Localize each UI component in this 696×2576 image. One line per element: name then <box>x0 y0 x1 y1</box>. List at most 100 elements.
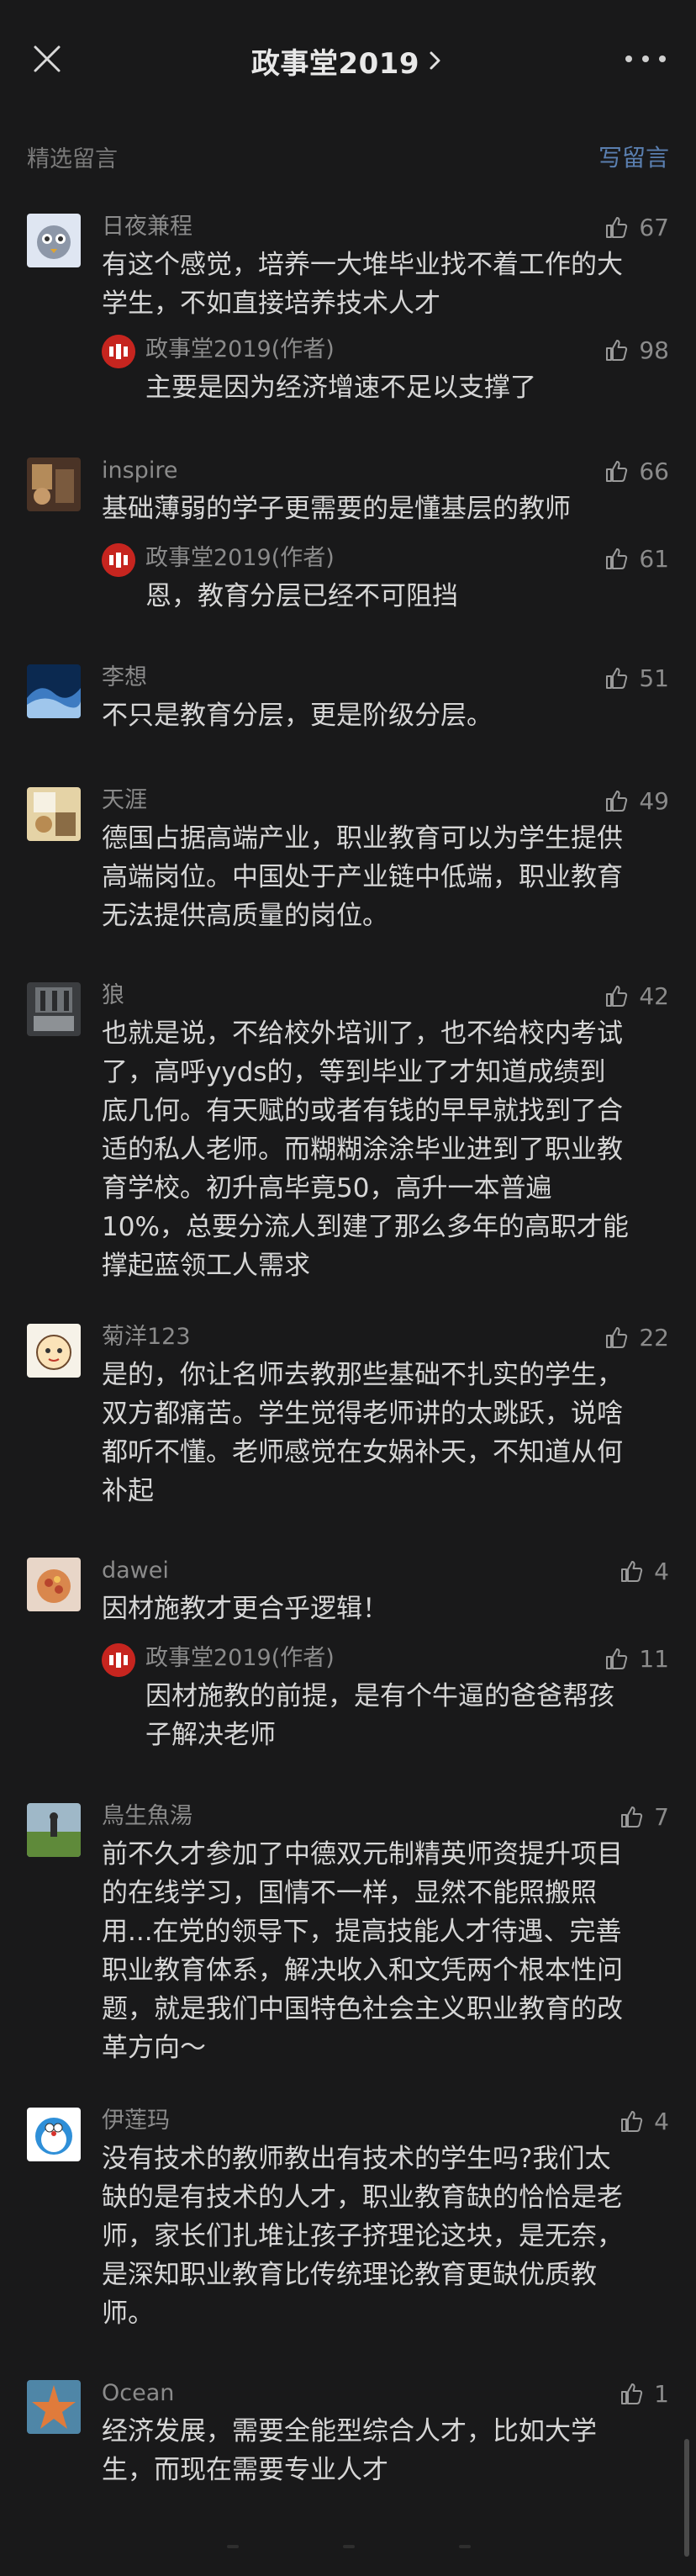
comment-text-line: 前不久才参加了中德双元制精英师资提升项目 <box>102 1839 623 1870</box>
avatar[interactable] <box>27 787 81 841</box>
thumbs-up-icon <box>621 1806 643 1828</box>
more-icon-dot <box>625 56 632 62</box>
like-button[interactable]: 4 <box>619 2104 669 2138</box>
commenter-name: 菊洋123 <box>102 1324 191 1350</box>
comment-text-line: 有这个感觉，培养一大堆毕业找不着工作的大 <box>102 250 623 280</box>
reply-like-count: 61 <box>639 544 669 573</box>
like-count: 4 <box>654 1557 669 1585</box>
comment-text-line: 底几何。有天赋的或者有钱的早早就找到了合 <box>102 1096 623 1126</box>
avatar[interactable] <box>27 2108 81 2161</box>
commenter-name: inspire <box>102 458 178 484</box>
more-icon-dot <box>659 56 666 62</box>
comment-text-line: 因材施教才更合乎逻辑！ <box>102 1594 388 1624</box>
thumbs-up-icon <box>621 1561 643 1582</box>
like-count: 4 <box>654 2107 669 2135</box>
author-avatar[interactable] <box>102 1643 135 1677</box>
thumbs-up-icon <box>606 548 628 569</box>
commenter-name: 天涯 <box>102 787 147 813</box>
thumbs-up-icon <box>606 986 628 1007</box>
like-button[interactable]: 1 <box>619 2377 669 2410</box>
avatar[interactable] <box>27 214 81 267</box>
comment-text-line: 用...在党的领导下，提高技能人才待遇、完善 <box>102 1917 622 1947</box>
comment-text-line: 的在线学习，国情不一样，显然不能照搬照 <box>102 1878 597 1908</box>
author-badge-icon <box>102 543 135 577</box>
like-button[interactable]: 49 <box>604 784 669 817</box>
reply-like-button[interactable]: 98 <box>604 333 669 367</box>
article-comments-page: 政事堂2019 精选留言 写留言 日夜兼程 67 有这个感觉，培养一大堆毕业找不着工… <box>0 0 696 2576</box>
like-count: 7 <box>654 1802 669 1831</box>
comment-text-line: 没有技术的教师教出有技术的学生吗?我们太 <box>102 2144 611 2174</box>
avatar[interactable] <box>27 458 81 511</box>
avatar[interactable] <box>27 1324 81 1378</box>
comment-text-line: 生，而现在需要专业人才 <box>102 2455 388 2485</box>
reply-text-line: 恩，教育分层已经不可阻挡 <box>145 581 458 611</box>
thumbs-up-icon <box>606 791 628 812</box>
chevron-right-icon <box>430 51 440 70</box>
home-indicator-segment <box>227 2545 239 2548</box>
reply-like-count: 98 <box>639 336 669 364</box>
author-avatar[interactable] <box>102 543 135 577</box>
like-count: 51 <box>639 664 669 692</box>
reply-author-name: 政事堂2019(作者) <box>145 545 335 571</box>
comment-text-line: 职业教育体系，解决收入和文凭两个根本性问 <box>102 1955 623 1986</box>
thumbs-up-icon <box>606 461 628 482</box>
like-button[interactable]: 51 <box>604 661 669 695</box>
close-button[interactable] <box>30 42 64 76</box>
commenter-name: 日夜兼程 <box>102 214 192 240</box>
reply-like-count: 11 <box>639 1644 669 1673</box>
thumbs-up-icon <box>606 340 628 361</box>
thumbs-up-icon <box>606 217 628 238</box>
like-count: 1 <box>654 2379 669 2408</box>
commenter-name: 鳥生魚湯 <box>102 1803 192 1829</box>
thumbs-up-icon <box>606 1648 628 1669</box>
comment-text-line: 师。 <box>102 2298 154 2329</box>
like-button[interactable]: 67 <box>604 210 669 244</box>
comment-text-line: 了，高呼yyds的，等到毕业了才知道成绩到 <box>102 1057 606 1087</box>
comment-text-line: 不只是教育分层，更是阶级分层。 <box>102 701 493 731</box>
comment-text-line: 也就是说，不给校外培训了，也不给校内考试 <box>102 1018 623 1049</box>
avatar[interactable] <box>27 982 81 1036</box>
reply-author-name: 政事堂2019(作者) <box>145 336 335 362</box>
comment-text-line: 经济发展，需要全能型综合人才，比如大学 <box>102 2416 597 2446</box>
comment-text-line: 是的，你让名师去教那些基础不扎实的学生， <box>102 1360 623 1390</box>
like-button[interactable]: 22 <box>604 1320 669 1354</box>
avatar[interactable] <box>27 664 81 718</box>
like-count: 22 <box>639 1323 669 1351</box>
commenter-name: Ocean <box>102 2380 175 2406</box>
scrollbar[interactable] <box>684 2439 689 2557</box>
reply-like-button[interactable]: 11 <box>604 1642 669 1675</box>
comment-text-line: 题，就是我们中国特色社会主义职业教育的改 <box>102 1994 623 2024</box>
more-icon-dot <box>642 56 649 62</box>
author-avatar[interactable] <box>102 335 135 368</box>
account-title-link[interactable]: 政事堂2019 <box>251 40 445 82</box>
home-indicator-segment <box>343 2545 355 2548</box>
like-button[interactable]: 66 <box>604 454 669 488</box>
reply-text-line: 子解决老师 <box>145 1720 276 1750</box>
comment-text-line: 育学校。初升高毕竟50，高升一本普遍 <box>102 1173 552 1203</box>
close-icon <box>34 45 61 72</box>
commenter-name: dawei <box>102 1558 169 1584</box>
comment-text-line: 基础薄弱的学子更需要的是懂基层的教师 <box>102 494 571 524</box>
commenter-name: 狼 <box>102 982 124 1008</box>
avatar[interactable] <box>27 1558 81 1611</box>
reply-text-line: 主要是因为经济增速不足以支撑了 <box>145 373 536 403</box>
comment-text-line: 师，家长们扎堆让孩子挤理论这块，是无奈， <box>102 2221 623 2251</box>
like-button[interactable]: 7 <box>619 1800 669 1833</box>
comment-text-line: 10%，总要分流人到建了那么多年的高职才能 <box>102 1212 629 1242</box>
home-indicator-segment <box>459 2545 471 2548</box>
comment-text-line: 学生，不如直接培养技术人才 <box>102 288 440 319</box>
like-button[interactable]: 4 <box>619 1554 669 1588</box>
like-button[interactable]: 42 <box>604 979 669 1013</box>
page-title: 政事堂2019 <box>250 46 420 81</box>
comment-text-line: 双方都痛苦。学生觉得老师讲的太跳跃，说啥 <box>102 1399 623 1429</box>
home-indicator <box>227 2545 471 2548</box>
write-comment-link[interactable]: 写留言 <box>598 140 669 173</box>
comment-text-line: 缺的是有技术的人才，职业教育缺的恰恰是老 <box>102 2182 623 2213</box>
reply-like-button[interactable]: 61 <box>604 542 669 575</box>
avatar[interactable] <box>27 1803 81 1857</box>
comment-text-line: 补起 <box>102 1476 154 1506</box>
more-button[interactable] <box>625 47 666 71</box>
avatar[interactable] <box>27 2380 81 2434</box>
comment-text-line: 适的私人老师。而糊糊涂涂毕业进到了职业教 <box>102 1135 623 1165</box>
thumbs-up-icon <box>621 2383 643 2404</box>
